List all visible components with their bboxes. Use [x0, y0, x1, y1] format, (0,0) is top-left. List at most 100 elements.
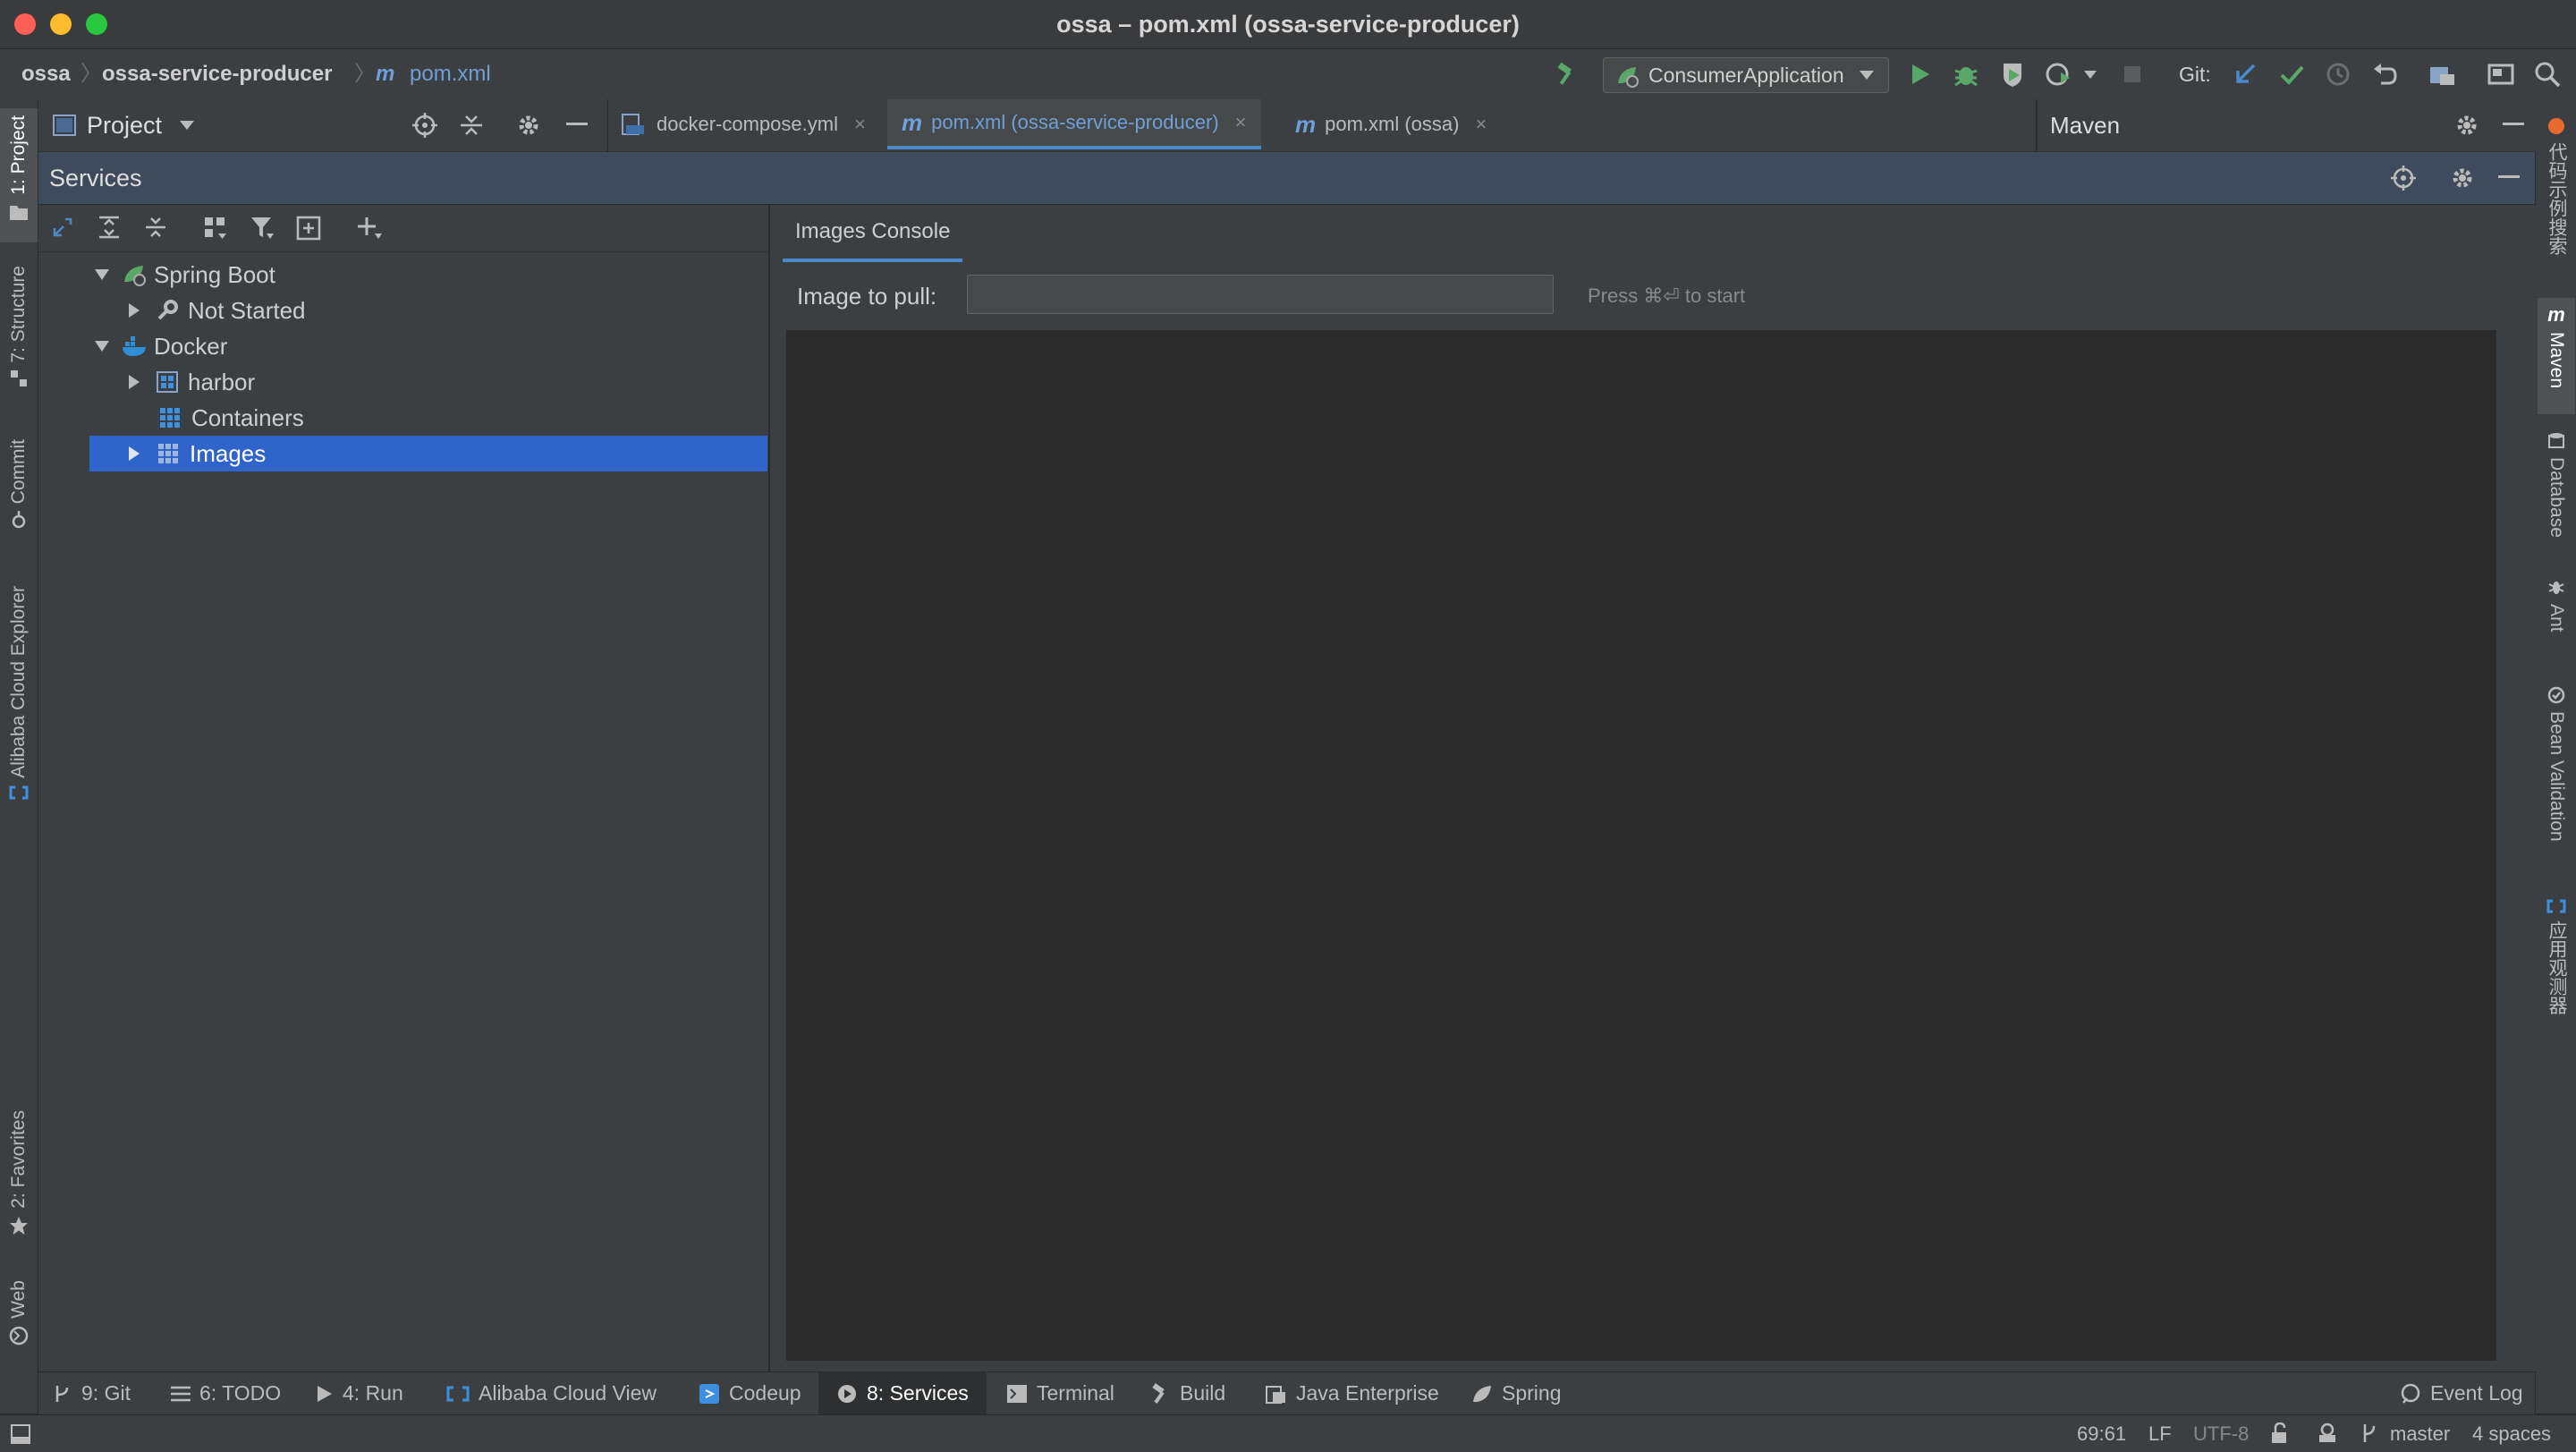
tool-tab-run[interactable]: 4: Run	[316, 1372, 403, 1414]
spring-boot-icon	[124, 266, 146, 286]
expand-selected-icon[interactable]	[51, 216, 74, 239]
new-service-tab-icon[interactable]	[296, 216, 321, 241]
project-view-icon	[53, 115, 76, 136]
run-icon[interactable]	[1905, 60, 1934, 89]
tool-tab-app-observer[interactable]: 应用观测器	[2538, 899, 2575, 1060]
git-branch-icon	[2361, 1423, 2379, 1443]
git-history-clock-icon[interactable]	[2324, 60, 2352, 89]
tool-tab-favorites[interactable]: 2: Favorites	[0, 1110, 38, 1261]
minimize-panel-icon[interactable]	[2503, 123, 2524, 126]
breadcrumb-separator-icon: 〉	[80, 62, 102, 86]
breadcrumb-file[interactable]: pom.xml	[410, 49, 491, 99]
line-ending[interactable]: LF	[2148, 1415, 2172, 1452]
editor-tab-pom-ossa[interactable]: m pom.xml (ossa) ×	[1295, 99, 1487, 149]
git-commit-check-icon[interactable]	[2277, 60, 2306, 89]
tree-node-docker[interactable]: Docker	[89, 328, 767, 364]
tree-node-not-started[interactable]: Not Started	[89, 293, 767, 328]
console-output-area[interactable]	[786, 330, 2496, 1361]
collapse-all-icon[interactable]	[144, 216, 167, 239]
add-service-icon[interactable]	[357, 216, 384, 241]
filter-icon[interactable]	[250, 216, 275, 241]
tool-tab-bean-validation[interactable]: Bean Validation	[2538, 686, 2575, 883]
lock-icon[interactable]	[2270, 1422, 2290, 1444]
containers-icon	[160, 408, 180, 428]
tool-tab-structure[interactable]: 7: Structure	[0, 266, 38, 409]
spring-boot-icon	[1614, 64, 1640, 89]
tool-tab-todo[interactable]: 6: TODO	[171, 1372, 281, 1414]
tree-node-spring-boot[interactable]: Spring Boot	[89, 257, 767, 293]
search-icon[interactable]	[2533, 60, 2562, 89]
close-tab-icon[interactable]: ×	[1235, 111, 1247, 134]
minimize-panel-icon[interactable]	[566, 123, 588, 126]
tool-tab-database[interactable]: Database	[2538, 432, 2575, 557]
left-tool-stripe: 1: Project 7: Structure Commit Alibaba C…	[0, 99, 38, 1414]
project-structure-icon[interactable]	[2428, 60, 2456, 89]
tool-tab-event-log[interactable]: Event Log	[2400, 1372, 2523, 1414]
chevron-down-icon[interactable]	[95, 339, 109, 353]
tool-tab-maven[interactable]: m Maven	[2538, 298, 2575, 414]
maven-panel-title: Maven	[2050, 112, 2121, 139]
tool-tab-codeup[interactable]: Codeup	[699, 1372, 801, 1414]
tool-tab-ant[interactable]: Ant	[2538, 579, 2575, 659]
tree-node-images[interactable]: Images	[89, 436, 767, 471]
caret-position[interactable]: 69:61	[2077, 1415, 2126, 1452]
tool-tab-alibaba-cloud-view[interactable]: Alibaba Cloud View	[446, 1372, 657, 1414]
editor-tab-pom-producer[interactable]: m pom.xml (ossa-service-producer) ×	[887, 99, 1261, 149]
chevron-down-icon[interactable]	[180, 121, 194, 130]
tool-tab-java-enterprise[interactable]: Java Enterprise	[1266, 1372, 1439, 1414]
coverage-icon[interactable]	[1998, 60, 2027, 89]
tool-tab-git[interactable]: 9: Git	[53, 1372, 131, 1414]
tool-tab-terminal[interactable]: Terminal	[1006, 1372, 1114, 1414]
images-icon	[158, 444, 178, 463]
expand-all-icon[interactable]	[97, 216, 121, 239]
git-branch[interactable]: master	[2390, 1415, 2450, 1452]
file-encoding[interactable]: UTF-8	[2193, 1415, 2249, 1452]
close-tab-icon[interactable]: ×	[1475, 113, 1487, 136]
gear-icon[interactable]	[2454, 113, 2479, 138]
indent-setting[interactable]: 4 spaces	[2472, 1415, 2551, 1452]
tool-tab-alibaba-cloud-explorer[interactable]: Alibaba Cloud Explorer	[0, 586, 38, 844]
maven-panel-header: Maven	[2037, 99, 2536, 152]
breadcrumb-project[interactable]: ossa	[21, 49, 71, 99]
gear-icon[interactable]	[2450, 166, 2475, 191]
chevron-right-icon[interactable]	[127, 375, 141, 389]
chevron-down-icon[interactable]	[2084, 71, 2097, 79]
tool-tab-web[interactable]: Web	[0, 1280, 38, 1379]
presentation-mode-icon[interactable]	[2487, 60, 2515, 89]
tab-images-console[interactable]: Images Console	[783, 205, 963, 262]
collapse-all-icon[interactable]	[459, 113, 484, 138]
project-panel-title[interactable]: Project	[87, 99, 162, 151]
build-hammer-icon[interactable]	[1553, 60, 1581, 89]
tool-tab-project[interactable]: 1: Project	[0, 108, 38, 242]
gear-icon[interactable]	[516, 113, 541, 138]
toggle-tool-windows-icon[interactable]	[11, 1424, 30, 1444]
java-enterprise-icon	[1266, 1385, 1285, 1404]
profiler-icon[interactable]	[2045, 60, 2073, 89]
rollback-undo-icon[interactable]	[2370, 60, 2399, 89]
services-toolbar	[38, 205, 768, 252]
tool-tab-build[interactable]: Build	[1149, 1372, 1225, 1414]
debug-bug-icon[interactable]	[1952, 60, 1980, 89]
inspector-icon[interactable]	[2317, 1422, 2338, 1444]
tree-node-harbor[interactable]: harbor	[89, 364, 767, 400]
minimize-panel-icon[interactable]	[2498, 175, 2520, 179]
images-console-pane: Images Console Image to pull: Press ⌘⏎ t…	[769, 205, 2536, 1371]
chevron-right-icon[interactable]	[127, 446, 141, 461]
editor-tab-docker-compose[interactable]: docker-compose.yml ×	[621, 99, 866, 149]
tool-tab-spring[interactable]: Spring	[1471, 1372, 1561, 1414]
group-by-icon[interactable]	[203, 216, 228, 241]
chevron-right-icon[interactable]	[127, 303, 141, 318]
run-configuration-select[interactable]: ConsumerApplication	[1603, 57, 1889, 93]
tool-tab-code-sample-search[interactable]: 代码示例搜索	[2538, 117, 2575, 287]
locate-target-icon[interactable]	[2391, 166, 2416, 191]
tree-node-containers[interactable]: Containers	[89, 400, 767, 436]
breadcrumb-module[interactable]: ossa-service-producer	[102, 49, 332, 99]
locate-target-icon[interactable]	[412, 113, 437, 138]
chevron-down-icon[interactable]	[95, 267, 109, 282]
image-to-pull-input[interactable]	[967, 275, 1554, 314]
close-tab-icon[interactable]: ×	[854, 113, 866, 136]
tool-tab-commit[interactable]: Commit	[0, 439, 38, 565]
git-update-arrow-icon[interactable]	[2231, 60, 2259, 89]
stop-icon[interactable]	[2118, 60, 2147, 89]
tool-tab-services[interactable]: 8: Services	[818, 1372, 987, 1414]
